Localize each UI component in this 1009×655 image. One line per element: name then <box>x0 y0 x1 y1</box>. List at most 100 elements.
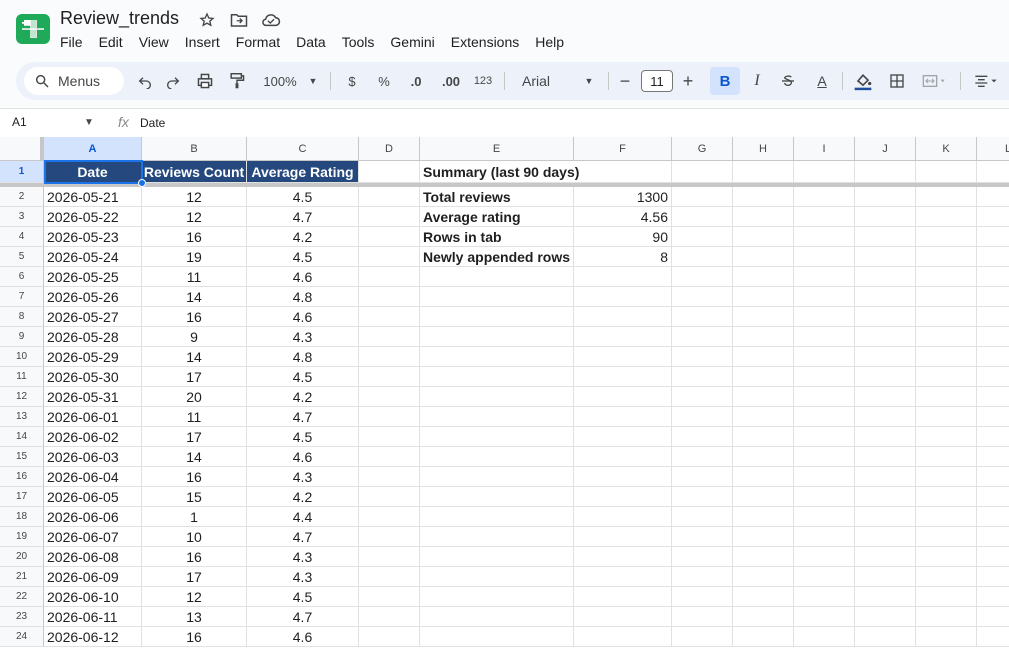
cell[interactable] <box>977 207 1009 227</box>
cell[interactable] <box>359 427 420 447</box>
cell[interactable] <box>794 507 855 527</box>
cell[interactable] <box>733 407 794 427</box>
date-cell[interactable]: 2026-06-07 <box>44 527 142 547</box>
move-folder-icon[interactable] <box>228 11 250 29</box>
cell[interactable] <box>794 327 855 347</box>
average-rating-cell[interactable]: 4.5 <box>247 587 359 607</box>
cell[interactable] <box>916 161 977 183</box>
date-cell[interactable]: 2026-06-01 <box>44 407 142 427</box>
row-header[interactable]: 6 <box>0 267 44 287</box>
cell[interactable] <box>420 287 574 307</box>
cell[interactable] <box>420 567 574 587</box>
row-header[interactable]: 22 <box>0 587 44 607</box>
row-header[interactable]: 13 <box>0 407 44 427</box>
column-header-f[interactable]: F <box>574 137 672 161</box>
average-rating-cell[interactable]: 4.7 <box>247 527 359 547</box>
cell[interactable] <box>574 367 672 387</box>
date-cell[interactable]: 2026-06-06 <box>44 507 142 527</box>
row-header[interactable]: 11 <box>0 367 44 387</box>
reviews-count-cell[interactable]: 17 <box>142 567 247 587</box>
column-header-h[interactable]: H <box>733 137 794 161</box>
summary-value[interactable]: 4.56 <box>574 207 672 227</box>
cell[interactable] <box>794 467 855 487</box>
cell[interactable] <box>574 587 672 607</box>
cell[interactable] <box>794 587 855 607</box>
cell[interactable] <box>420 327 574 347</box>
cell[interactable] <box>794 427 855 447</box>
cell[interactable] <box>855 327 916 347</box>
undo-icon[interactable] <box>132 62 158 100</box>
currency-format-button[interactable]: $ <box>342 62 362 100</box>
cell[interactable] <box>855 587 916 607</box>
average-rating-cell[interactable]: 4.5 <box>247 247 359 267</box>
cell[interactable] <box>574 547 672 567</box>
cell[interactable] <box>672 427 733 447</box>
reviews-count-cell[interactable]: 13 <box>142 607 247 627</box>
cell[interactable] <box>977 627 1009 647</box>
cell[interactable] <box>359 387 420 407</box>
cell[interactable] <box>359 407 420 427</box>
cell[interactable] <box>359 487 420 507</box>
average-rating-cell[interactable]: 4.5 <box>247 427 359 447</box>
cell[interactable] <box>977 587 1009 607</box>
cell[interactable] <box>574 567 672 587</box>
average-rating-cell[interactable]: 4.8 <box>247 287 359 307</box>
cell[interactable] <box>855 507 916 527</box>
font-dropdown-icon[interactable]: ▼ <box>582 62 596 100</box>
cell[interactable] <box>574 487 672 507</box>
cell[interactable] <box>794 307 855 327</box>
cell[interactable] <box>916 507 977 527</box>
cell[interactable] <box>359 307 420 327</box>
cell[interactable] <box>855 207 916 227</box>
font-size-input[interactable]: 11 <box>641 70 673 92</box>
cell[interactable] <box>733 427 794 447</box>
decrease-decimal-button[interactable]: .0 <box>404 62 428 100</box>
header-cell-average-rating[interactable]: Average Rating <box>247 161 359 183</box>
document-title[interactable]: Review_trends <box>60 8 179 29</box>
cell[interactable] <box>672 527 733 547</box>
cell[interactable] <box>794 487 855 507</box>
cell[interactable] <box>420 427 574 447</box>
cell[interactable] <box>359 327 420 347</box>
date-cell[interactable]: 2026-05-31 <box>44 387 142 407</box>
reviews-count-cell[interactable]: 11 <box>142 407 247 427</box>
cell[interactable] <box>855 447 916 467</box>
cell[interactable] <box>733 287 794 307</box>
cell[interactable] <box>574 327 672 347</box>
average-rating-cell[interactable]: 4.6 <box>247 267 359 287</box>
text-color-button[interactable]: A <box>810 62 834 100</box>
column-header-d[interactable]: D <box>359 137 420 161</box>
cell[interactable] <box>359 267 420 287</box>
cell[interactable] <box>672 187 733 207</box>
cell[interactable] <box>359 161 420 183</box>
average-rating-cell[interactable]: 4.4 <box>247 507 359 527</box>
row-header[interactable]: 1 <box>0 161 44 183</box>
cell[interactable] <box>855 567 916 587</box>
cell[interactable] <box>794 207 855 227</box>
cell[interactable] <box>733 161 794 183</box>
sheets-logo-icon[interactable] <box>16 14 50 44</box>
menu-view[interactable]: View <box>131 33 177 51</box>
date-cell[interactable]: 2026-06-08 <box>44 547 142 567</box>
cell[interactable] <box>359 607 420 627</box>
cell[interactable] <box>672 387 733 407</box>
reviews-count-cell[interactable]: 19 <box>142 247 247 267</box>
date-cell[interactable]: 2026-06-05 <box>44 487 142 507</box>
zoom-value[interactable]: 100% <box>260 62 300 100</box>
row-header[interactable]: 20 <box>0 547 44 567</box>
cell[interactable] <box>672 447 733 467</box>
column-header-j[interactable]: J <box>855 137 916 161</box>
row-header[interactable]: 14 <box>0 427 44 447</box>
summary-value[interactable]: 8 <box>574 247 672 267</box>
increase-font-size-icon[interactable]: + <box>678 62 698 100</box>
cell[interactable] <box>916 207 977 227</box>
cell[interactable] <box>916 267 977 287</box>
average-rating-cell[interactable]: 4.3 <box>247 467 359 487</box>
cell[interactable] <box>916 307 977 327</box>
reviews-count-cell[interactable]: 14 <box>142 447 247 467</box>
cell[interactable] <box>672 227 733 247</box>
borders-icon[interactable] <box>884 62 910 100</box>
merge-cells-icon[interactable] <box>916 62 952 100</box>
cell[interactable] <box>359 587 420 607</box>
cell[interactable] <box>574 627 672 647</box>
